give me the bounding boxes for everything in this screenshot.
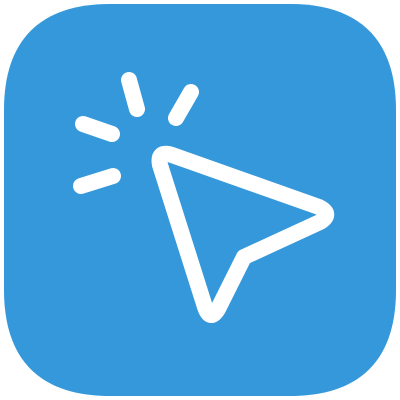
burst-line-top	[121, 72, 145, 117]
app-icon[interactable]	[0, 0, 400, 400]
burst-line-left	[75, 116, 120, 142]
click-cursor-icon	[4, 4, 396, 396]
app-icon-background	[4, 4, 396, 396]
burst-line-bottom-left	[73, 168, 121, 194]
